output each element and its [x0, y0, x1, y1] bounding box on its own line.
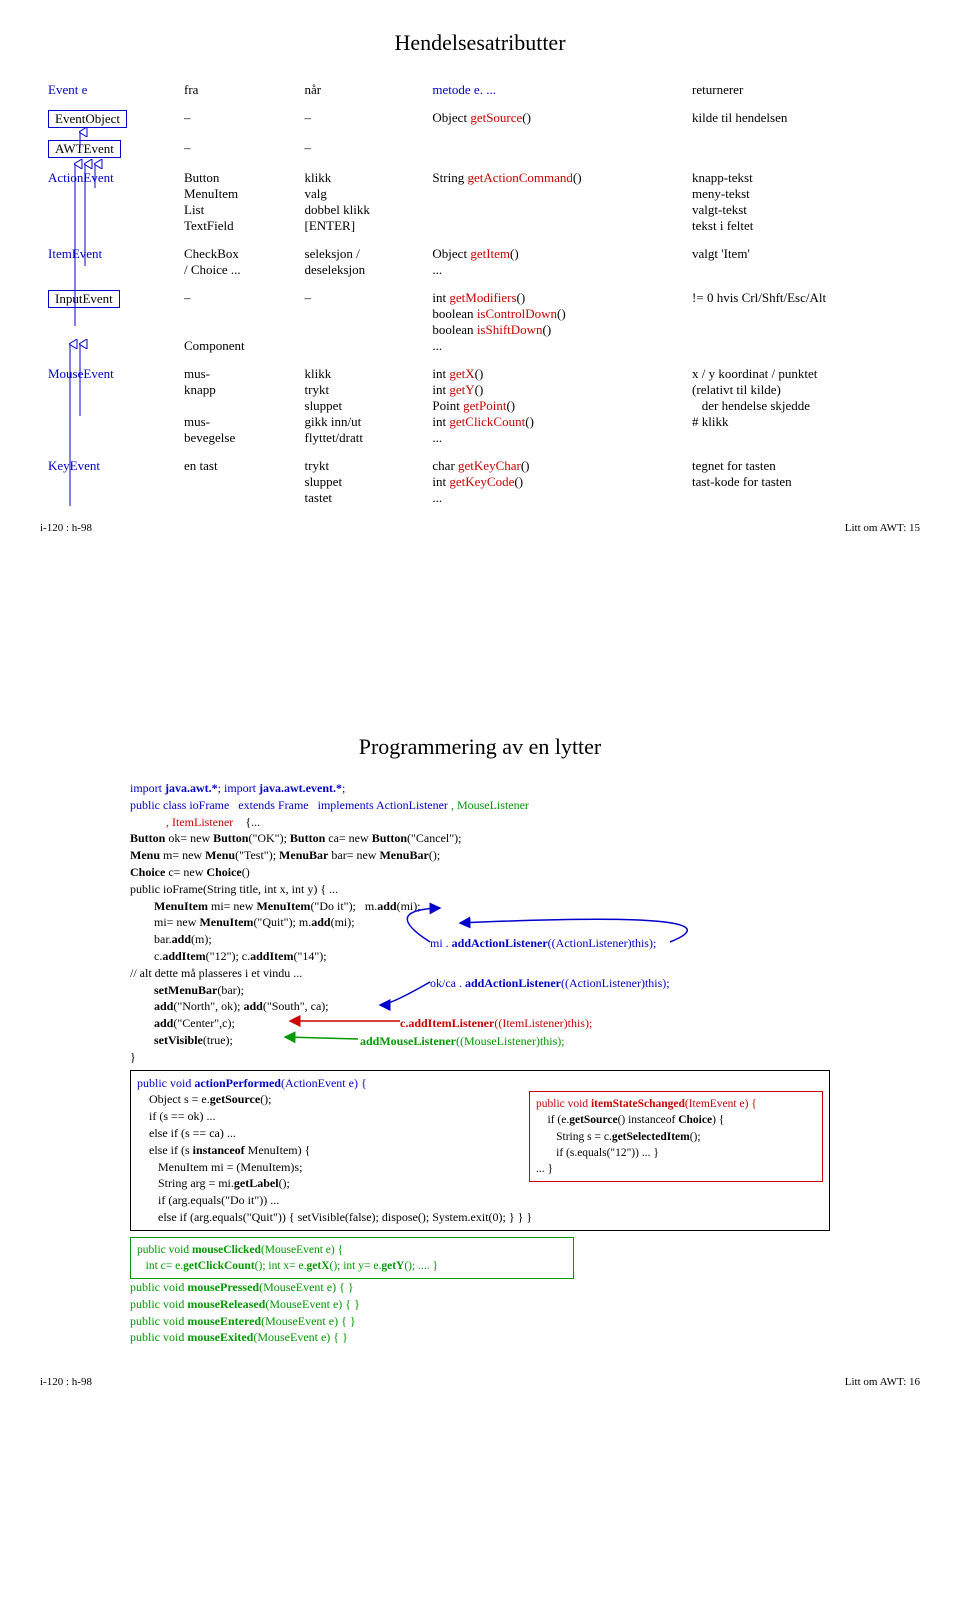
footer-1: i-120 : h-98 Litt om AWT: 15 — [40, 522, 920, 534]
box-actionperformed: public void actionPerformed(ActionEvent … — [130, 1070, 830, 1231]
ae-c5: knapp-tekst meny-tekst valgt-tekst tekst… — [684, 164, 920, 240]
in-c2: – Component — [176, 284, 297, 360]
ap-3: else if (s == ca) ... — [137, 1125, 519, 1142]
page-1: Hendelsesatributter Event e fra når meto… — [40, 30, 920, 534]
me-c3: klikk trykt sluppet gikk inn/ut flyttet/… — [297, 360, 425, 452]
isc-4: ... } — [536, 1161, 816, 1177]
row-awtevent: AWTEvent – – — [40, 134, 920, 164]
ae-c3: klikk valg dobbel klikk [ENTER] — [297, 164, 425, 240]
ae-c4: String getActionCommand() — [432, 170, 581, 185]
footer-2: i-120 : h-98 Litt om AWT: 16 — [40, 1376, 920, 1388]
isc-h: public void itemStateSchanged(ItemEvent … — [536, 1096, 816, 1112]
row-itemevent: ItemEvent CheckBox / Choice ... seleksjo… — [40, 240, 920, 284]
lbl-keyevent: KeyEvent — [48, 458, 100, 473]
me-c4: int getX()int getY()Point getPoint()int … — [432, 366, 534, 445]
line-g2: Menu m= new Menu("Test"); MenuBar bar= n… — [130, 847, 830, 864]
footer-2-right: Litt om AWT: 16 — [845, 1376, 920, 1388]
line-ctor-7: add("North", ok); add("South", ca); — [130, 998, 830, 1015]
line-ctor-h: public ioFrame(String title, int x, int … — [130, 881, 830, 898]
hdr-ret: returnerer — [684, 76, 920, 104]
line-ctor-close: } — [130, 1049, 830, 1066]
line-ctor-1: MenuItem mi= new MenuItem("Do it"); m.ad… — [130, 898, 830, 915]
row-inputevent: InputEvent – Component – int getModifier… — [40, 284, 920, 360]
box-itemstatechanged: public void itemStateSchanged(ItemEvent … — [529, 1091, 823, 1181]
ap-2: if (s == ok) ... — [137, 1108, 519, 1125]
mex: public void mouseExited(MouseEvent e) { … — [130, 1329, 830, 1346]
isc-1: if (e.getSource() instanceof Choice) { — [536, 1112, 816, 1128]
ke-c2: en tast — [176, 452, 297, 512]
line-import: import java.awt.*; import java.awt.event… — [130, 780, 830, 797]
footer-1-right: Litt om AWT: 15 — [845, 522, 920, 534]
eo-c4: Object getSource() — [432, 110, 531, 125]
in-c5: != 0 hvis Crl/Shft/Esc/Alt — [684, 284, 920, 360]
line-g1: Button ok= new Button("OK"); Button ca= … — [130, 830, 830, 847]
mr: public void mouseReleased(MouseEvent e) … — [130, 1296, 830, 1313]
in-c3: – — [297, 284, 425, 360]
ap-6: String arg = mi.getLabel(); — [137, 1175, 519, 1192]
row-eventobject: EventObject – – Object getSource() kilde… — [40, 104, 920, 134]
page-2: Programmering av en lytter import java.a… — [40, 734, 920, 1388]
ke-c3: trykt sluppet tastet — [297, 452, 425, 512]
mc-h: public void mouseClicked(MouseEvent e) { — [137, 1242, 567, 1258]
ie-c4: Object getItem()... — [432, 246, 518, 277]
ap-8: else if (arg.equals("Quit")) { setVisibl… — [137, 1209, 823, 1226]
ap-h: public void actionPerformed(ActionEvent … — [137, 1075, 823, 1092]
event-table: Event e fra når metode e. ... returnerer… — [40, 76, 920, 512]
isc-3: if (s.equals("12")) ... } — [536, 1145, 816, 1161]
in-c4: int getModifiers()boolean isControlDown(… — [432, 290, 565, 353]
footer-1-left: i-120 : h-98 — [40, 522, 92, 534]
mc-1: int c= e.getClickCount(); int x= e.getX(… — [137, 1258, 567, 1274]
table-header-row: Event e fra når metode e. ... returnerer — [40, 76, 920, 104]
annot-ml: addMouseListener((MouseListener)this); — [360, 1033, 565, 1050]
eo-c3: – — [297, 104, 425, 134]
lbl-mouseevent: MouseEvent — [48, 366, 114, 381]
ke-c4: char getKeyChar()int getKeyCode()... — [432, 458, 529, 505]
page1-title: Hendelsesatributter — [40, 30, 920, 56]
code-block: import java.awt.*; import java.awt.event… — [130, 780, 830, 1346]
ap-4: else if (s instanceof MenuItem) { — [137, 1142, 519, 1159]
eo-c2: – — [176, 104, 297, 134]
annot-mi: mi . addActionListener((ActionListener)t… — [430, 935, 656, 952]
annot-okca: ok/ca . addActionListener((ActionListene… — [430, 975, 670, 992]
aw-c3: – — [297, 134, 425, 164]
row-mouseevent: MouseEvent mus- knapp mus- bevegelse kli… — [40, 360, 920, 452]
mp: public void mousePressed(MouseEvent e) {… — [130, 1279, 830, 1296]
box-awtevent: AWTEvent — [48, 140, 121, 158]
ie-c3: seleksjon / deseleksjon — [297, 240, 425, 284]
me-c2: mus- knapp mus- bevegelse — [176, 360, 297, 452]
me-c5: x / y koordinat / punktet (relativt til … — [684, 360, 920, 452]
line-ctor-2: mi= new MenuItem("Quit"); m.add(mi); — [130, 914, 830, 931]
page2-title: Programmering av en lytter — [40, 734, 920, 760]
aw-c2: – — [176, 134, 297, 164]
line-g3: Choice c= new Choice() — [130, 864, 830, 881]
event-table-wrap: Event e fra når metode e. ... returnerer… — [40, 76, 920, 512]
ie-c5: valgt 'Item' — [684, 240, 920, 284]
hdr-event: Event e — [48, 82, 87, 97]
row-keyevent: KeyEvent en tast trykt sluppet tastet ch… — [40, 452, 920, 512]
box-mouseclicked: public void mouseClicked(MouseEvent e) {… — [130, 1237, 574, 1279]
hdr-fra: fra — [176, 76, 297, 104]
line-class-decl: public class ioFrame extends Frame imple… — [130, 797, 830, 814]
lbl-actionevent: ActionEvent — [48, 170, 114, 185]
hdr-metode: metode e. ... — [432, 82, 496, 97]
ie-c2: CheckBox / Choice ... — [176, 240, 297, 284]
annot-c: c.addItemListener((ItemListener)this); — [400, 1015, 592, 1032]
ap-5: MenuItem mi = (MenuItem)s; — [137, 1159, 519, 1176]
ae-c2: Button MenuItem List TextField — [176, 164, 297, 240]
box-eventobject: EventObject — [48, 110, 127, 128]
box-inputevent: InputEvent — [48, 290, 120, 308]
row-actionevent: ActionEvent Button MenuItem List TextFie… — [40, 164, 920, 240]
footer-2-left: i-120 : h-98 — [40, 1376, 92, 1388]
ap-1: Object s = e.getSource(); — [137, 1091, 519, 1108]
eo-c5: kilde til hendelsen — [684, 104, 920, 134]
ke-c5: tegnet for tasten tast-kode for tasten — [684, 452, 920, 512]
lbl-itemevent: ItemEvent — [48, 246, 102, 261]
line-class-decl2: , ItemListener {... — [130, 814, 830, 831]
ap-7: if (arg.equals("Do it")) ... — [137, 1192, 519, 1209]
hdr-nar: når — [297, 76, 425, 104]
isc-2: String s = c.getSelectedItem(); — [536, 1129, 816, 1145]
men: public void mouseEntered(MouseEvent e) {… — [130, 1313, 830, 1330]
